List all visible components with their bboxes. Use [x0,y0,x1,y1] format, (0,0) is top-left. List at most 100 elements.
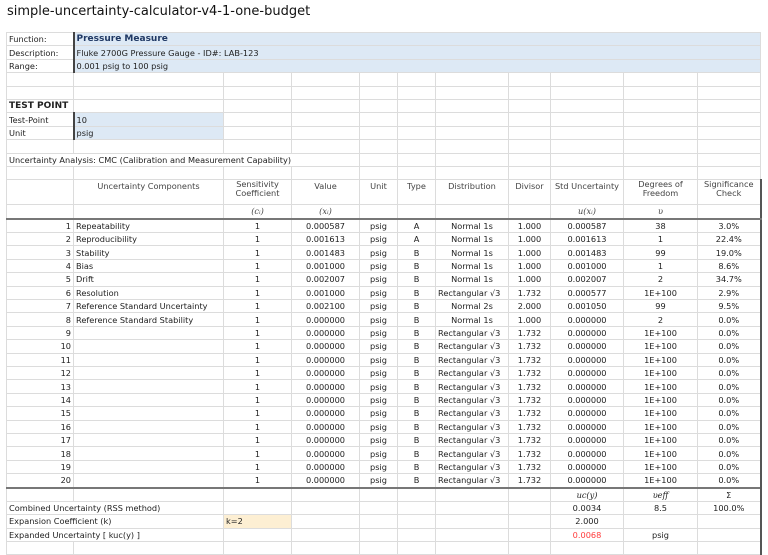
divisor-cell[interactable]: 1.732 [508,459,551,475]
distribution-cell[interactable]: Rectangular √3 [435,406,509,421]
component-name[interactable]: Reference Standard Uncertainty [73,299,224,314]
unit-cell[interactable]: psig [359,419,398,434]
value-cell[interactable]: 0.000000 [291,379,360,394]
type-cell[interactable]: B [397,459,436,475]
divisor-cell[interactable]: 1.732 [508,446,551,461]
type-cell[interactable]: B [397,245,436,260]
sensitivity-cell[interactable]: 1 [223,379,292,394]
unit-cell[interactable]: psig [359,352,398,367]
value-cell[interactable]: 0.001483 [291,245,360,260]
type-cell[interactable]: B [397,446,436,461]
component-name[interactable] [73,446,224,461]
unit-cell[interactable]: psig [359,406,398,421]
range-input[interactable]: 0.001 psig to 100 psig [73,58,761,74]
component-name[interactable]: Resolution [73,285,224,301]
unit-cell[interactable]: psig [359,339,398,354]
sensitivity-cell[interactable]: 1 [223,446,292,461]
type-cell[interactable]: B [397,419,436,434]
divisor-cell[interactable]: 1.732 [508,419,551,434]
value-cell[interactable]: 0.000000 [291,446,360,461]
unit-cell[interactable]: psig [359,312,398,327]
divisor-cell[interactable]: 1.000 [508,312,551,327]
sensitivity-cell[interactable]: 1 [223,232,292,247]
component-name[interactable] [73,459,224,475]
divisor-cell[interactable]: 1.000 [508,258,551,274]
unit-cell[interactable]: psig [359,365,398,381]
sensitivity-cell[interactable]: 1 [223,392,292,408]
type-cell[interactable]: B [397,406,436,421]
distribution-cell[interactable]: Rectangular √3 [435,352,509,367]
unit-cell[interactable]: psig [359,379,398,394]
distribution-cell[interactable]: Normal 1s [435,232,509,247]
component-name[interactable] [73,352,224,367]
divisor-cell[interactable]: 1.732 [508,392,551,408]
component-name[interactable] [73,392,224,408]
type-cell[interactable]: B [397,473,436,488]
value-cell[interactable]: 0.000000 [291,432,360,448]
distribution-cell[interactable]: Normal 1s [435,312,509,327]
value-cell[interactable]: 0.000000 [291,473,360,488]
distribution-cell[interactable]: Normal 1s [435,245,509,260]
unit-cell[interactable]: psig [359,285,398,301]
unit-cell[interactable]: psig [359,473,398,488]
sensitivity-cell[interactable]: 1 [223,245,292,260]
distribution-cell[interactable]: Rectangular √3 [435,419,509,434]
type-cell[interactable]: A [397,232,436,247]
sensitivity-cell[interactable]: 1 [223,406,292,421]
function-input[interactable]: Pressure Measure [73,31,761,47]
value-cell[interactable]: 0.000000 [291,312,360,327]
unit-cell[interactable]: psig [359,258,398,274]
value-cell[interactable]: 0.000000 [291,365,360,381]
sensitivity-cell[interactable]: 1 [223,432,292,448]
component-name[interactable] [73,325,224,341]
divisor-cell[interactable]: 1.000 [508,245,551,260]
unit-cell[interactable]: psig [359,432,398,448]
unit-cell[interactable]: psig [359,218,398,234]
type-cell[interactable]: B [397,379,436,394]
type-cell[interactable]: B [397,312,436,327]
value-cell[interactable]: 0.001613 [291,232,360,247]
sensitivity-cell[interactable]: 1 [223,459,292,475]
value-cell[interactable]: 0.002007 [291,272,360,287]
unit-cell[interactable]: psig [359,232,398,247]
unit-cell[interactable]: psig [359,446,398,461]
component-name[interactable]: Reference Standard Stability [73,312,224,327]
distribution-cell[interactable]: Rectangular √3 [435,379,509,394]
sensitivity-cell[interactable]: 1 [223,325,292,341]
value-cell[interactable]: 0.000000 [291,406,360,421]
unit-cell[interactable]: psig [359,392,398,408]
sensitivity-cell[interactable]: 1 [223,258,292,274]
component-name[interactable] [73,339,224,354]
divisor-cell[interactable]: 1.732 [508,325,551,341]
type-cell[interactable]: B [397,392,436,408]
type-cell[interactable]: B [397,285,436,301]
unit-cell[interactable]: psig [359,272,398,287]
distribution-cell[interactable]: Rectangular √3 [435,432,509,448]
value-cell[interactable]: 0.000587 [291,218,360,234]
component-name[interactable] [73,432,224,448]
divisor-cell[interactable]: 1.732 [508,406,551,421]
divisor-cell[interactable]: 1.000 [508,218,551,234]
value-cell[interactable]: 0.000000 [291,339,360,354]
value-cell[interactable]: 0.002100 [291,299,360,314]
value-cell[interactable]: 0.001000 [291,285,360,301]
type-cell[interactable]: B [397,432,436,448]
distribution-cell[interactable]: Rectangular √3 [435,446,509,461]
component-name[interactable] [73,473,224,488]
distribution-cell[interactable]: Rectangular √3 [435,392,509,408]
component-name[interactable]: Bias [73,258,224,274]
unit-cell[interactable]: psig [359,325,398,341]
distribution-cell[interactable]: Rectangular √3 [435,473,509,488]
type-cell[interactable]: B [397,258,436,274]
divisor-cell[interactable]: 1.732 [508,432,551,448]
distribution-cell[interactable]: Rectangular √3 [435,285,509,301]
distribution-cell[interactable]: Normal 1s [435,218,509,234]
distribution-cell[interactable]: Rectangular √3 [435,459,509,475]
value-cell[interactable]: 0.000000 [291,352,360,367]
component-name[interactable] [73,379,224,394]
divisor-cell[interactable]: 1.732 [508,379,551,394]
sensitivity-cell[interactable]: 1 [223,365,292,381]
distribution-cell[interactable]: Normal 1s [435,272,509,287]
distribution-cell[interactable]: Rectangular √3 [435,339,509,354]
type-cell[interactable]: B [397,365,436,381]
